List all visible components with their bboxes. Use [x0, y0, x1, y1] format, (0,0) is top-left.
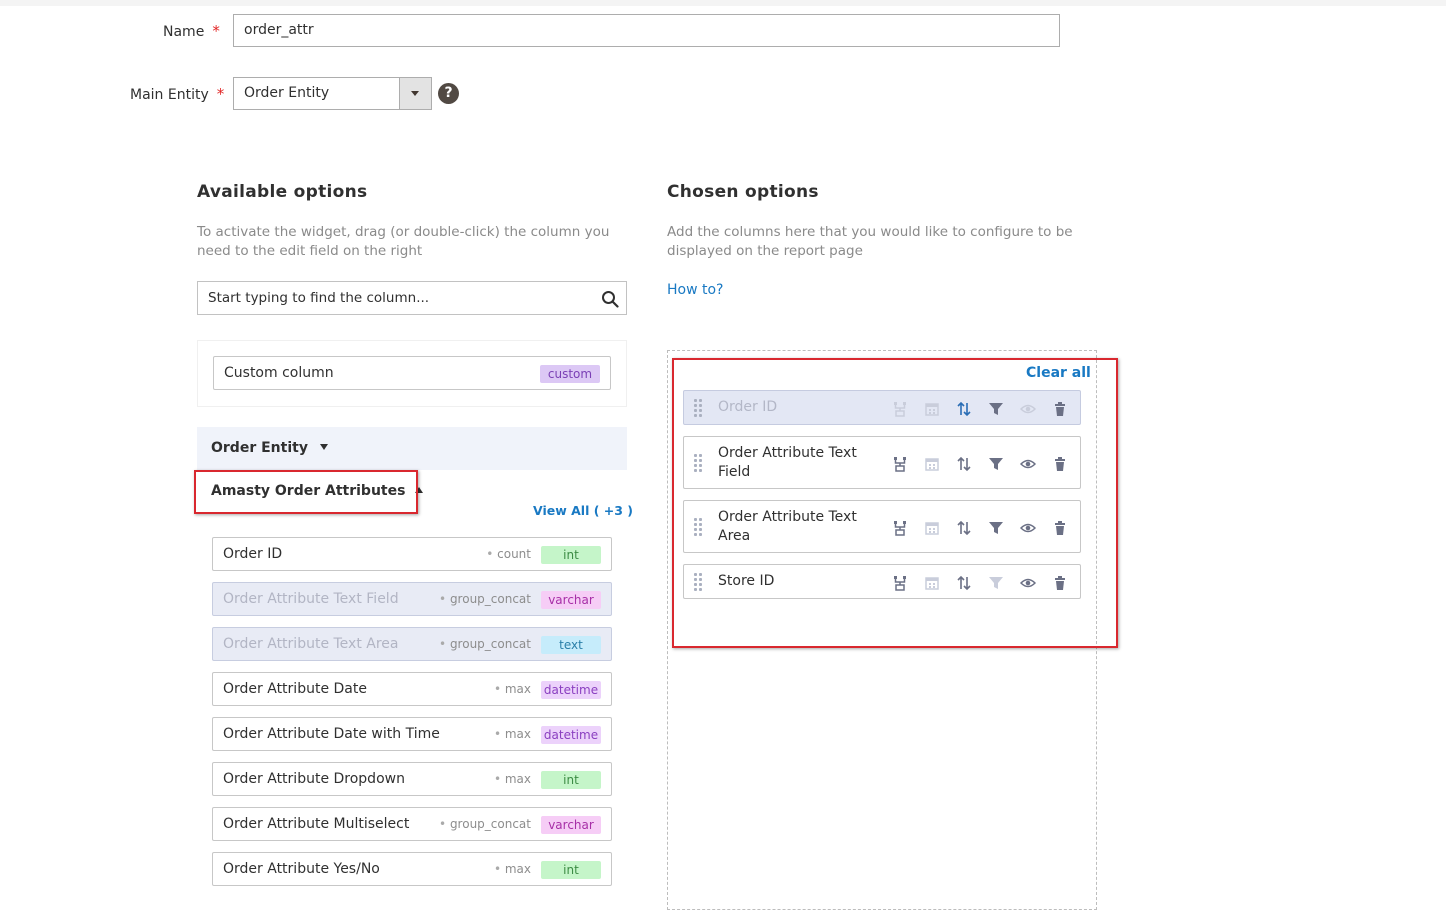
- chosen-options-title: Chosen options: [667, 182, 819, 202]
- type-badge: datetime: [541, 726, 601, 744]
- aggregation-label: max: [494, 718, 531, 750]
- available-column-item[interactable]: Order Attribute Date max datetime: [212, 672, 612, 706]
- column-search-input[interactable]: Start typing to find the column...: [197, 281, 627, 315]
- main-entity-select[interactable]: Order Entity: [233, 77, 432, 110]
- highlight-box-chosen: [672, 358, 1118, 648]
- available-options-description: To activate the widget, drag (or double-…: [197, 224, 610, 259]
- main-entity-label: Main Entity *: [130, 85, 225, 103]
- name-label: Name *: [163, 22, 220, 40]
- available-column-item[interactable]: Order ID count int: [212, 537, 612, 571]
- type-badge: int: [541, 861, 601, 879]
- column-label: Order Attribute Dropdown: [223, 771, 405, 787]
- aggregation-label: group_concat: [439, 808, 531, 840]
- main-entity-value: Order Entity: [244, 85, 330, 101]
- type-badge: varchar: [541, 816, 601, 834]
- available-column-item[interactable]: Order Attribute Text Area group_concat tex…: [212, 627, 612, 661]
- available-column-item[interactable]: Order Attribute Text Field group_concat va…: [212, 582, 612, 616]
- type-badge: datetime: [541, 681, 601, 699]
- top-bar: [0, 0, 1446, 6]
- aggregation-label: max: [494, 763, 531, 795]
- column-label: Order ID: [223, 546, 283, 562]
- search-placeholder: Start typing to find the column...: [208, 290, 430, 306]
- view-all-link[interactable]: View All ( +3 ): [533, 503, 633, 518]
- order-entity-group-label: Order Entity: [211, 440, 308, 456]
- help-icon[interactable]: ?: [438, 83, 459, 104]
- order-entity-group[interactable]: Order Entity: [197, 427, 627, 470]
- custom-column-item[interactable]: Custom column custom: [213, 356, 611, 390]
- available-column-item[interactable]: Order Attribute Dropdown maxint: [212, 762, 612, 796]
- caret-down-icon: [319, 444, 328, 450]
- column-label: Order Attribute Multiselect: [223, 816, 410, 832]
- aggregation-label: group_concat: [439, 628, 531, 660]
- aggregation-label: max: [494, 673, 531, 705]
- type-badge: int: [541, 546, 601, 564]
- available-column-item[interactable]: Order Attribute Yes/No maxint: [212, 852, 612, 886]
- column-label: Order Attribute Date with Time: [223, 726, 440, 742]
- column-label: Order Attribute Text Area: [223, 636, 399, 652]
- chevron-down-icon[interactable]: [399, 78, 431, 109]
- aggregation-label: max: [494, 853, 531, 885]
- name-input[interactable]: order_attr: [233, 14, 1060, 47]
- type-badge: int: [541, 771, 601, 789]
- search-icon[interactable]: [601, 290, 619, 308]
- custom-badge: custom: [540, 365, 600, 383]
- available-column-item[interactable]: Order Attribute Date with Time max datetim…: [212, 717, 612, 751]
- column-label: Order Attribute Yes/No: [223, 861, 380, 877]
- chosen-options-description: Add the columns here that you would like…: [667, 224, 1073, 259]
- highlight-box-group: [194, 470, 418, 514]
- available-column-item[interactable]: Order Attribute Multiselect group_concat v…: [212, 807, 612, 841]
- type-badge: text: [541, 636, 601, 654]
- how-to-link[interactable]: How to?: [667, 282, 723, 298]
- available-options-title: Available options: [197, 182, 368, 202]
- column-label: Order Attribute Text Field: [223, 591, 399, 607]
- column-label: Order Attribute Date: [223, 681, 367, 697]
- aggregation-label: count: [486, 538, 531, 570]
- aggregation-label: group_concat: [439, 583, 531, 615]
- custom-column-label: Custom column: [224, 365, 334, 381]
- type-badge: varchar: [541, 591, 601, 609]
